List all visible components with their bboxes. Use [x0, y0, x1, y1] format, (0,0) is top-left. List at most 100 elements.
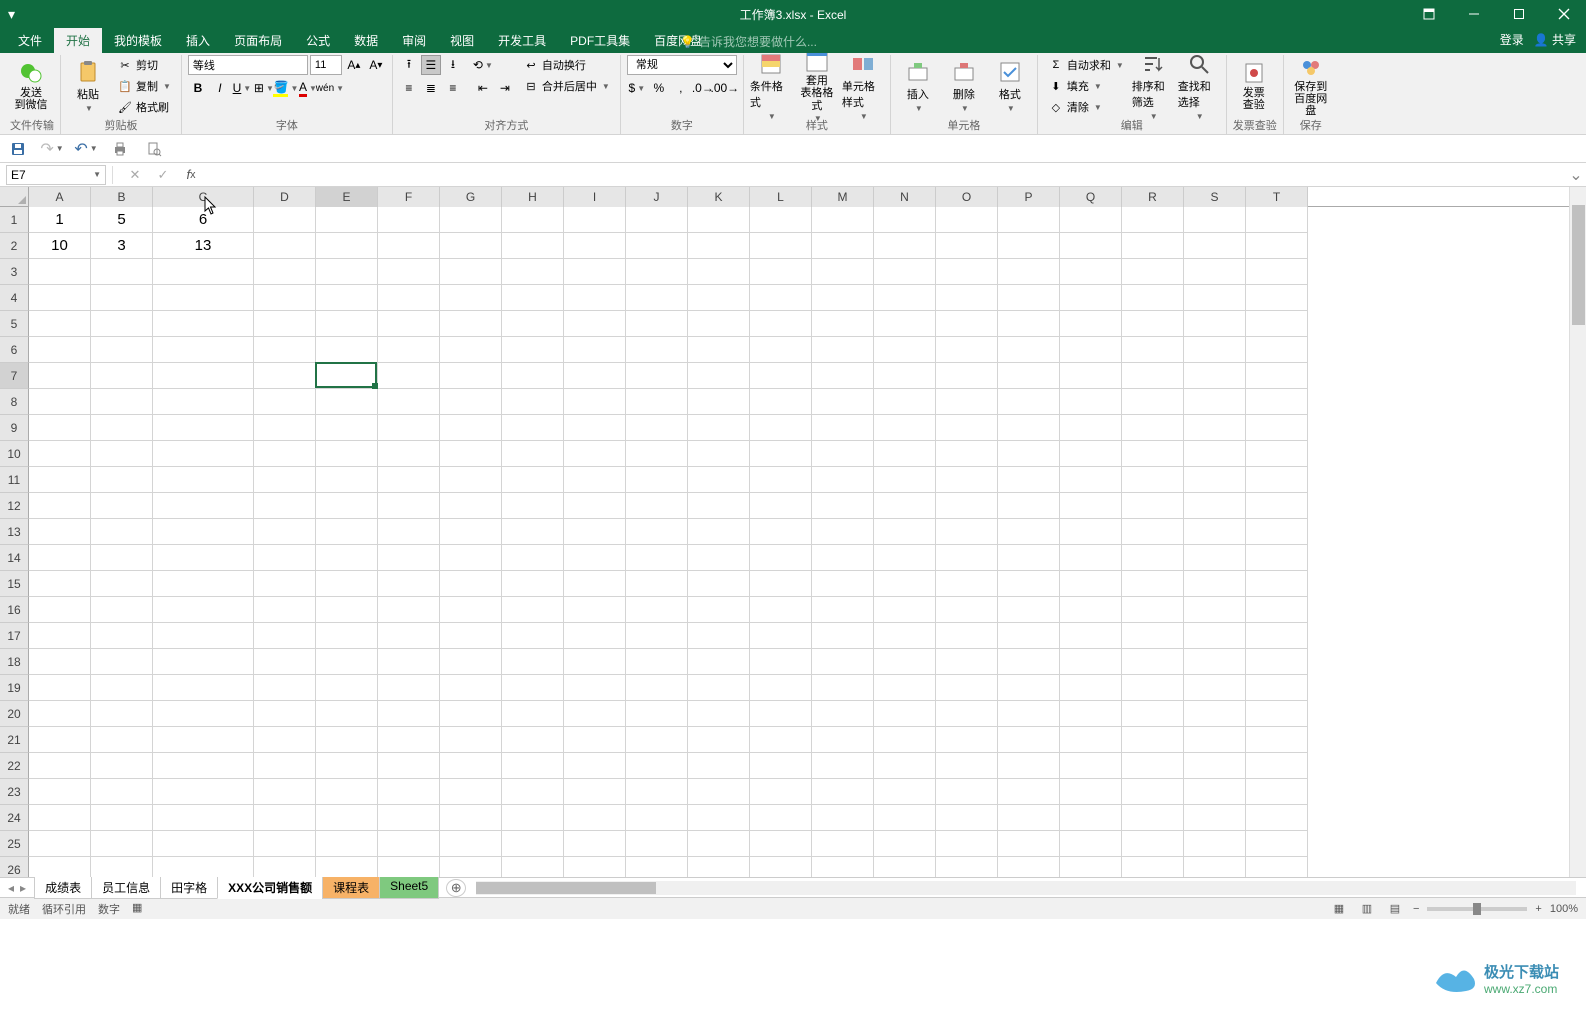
cell[interactable] — [378, 259, 440, 285]
cell[interactable] — [626, 467, 688, 493]
cell[interactable] — [254, 753, 316, 779]
cell[interactable] — [1184, 701, 1246, 727]
cell[interactable] — [688, 753, 750, 779]
cell[interactable] — [378, 779, 440, 805]
cell[interactable] — [29, 311, 91, 337]
cell[interactable] — [440, 805, 502, 831]
cell[interactable] — [153, 285, 254, 311]
cell[interactable] — [502, 727, 564, 753]
cell[interactable] — [1122, 519, 1184, 545]
column-header[interactable]: J — [626, 187, 688, 207]
cell[interactable] — [936, 259, 998, 285]
row-header[interactable]: 21 — [0, 727, 29, 753]
cell[interactable] — [936, 701, 998, 727]
cell[interactable] — [936, 311, 998, 337]
cell[interactable] — [750, 779, 812, 805]
cell[interactable] — [440, 675, 502, 701]
cell[interactable] — [502, 285, 564, 311]
cell[interactable] — [874, 493, 936, 519]
cell[interactable] — [378, 753, 440, 779]
cell[interactable] — [91, 597, 153, 623]
cell[interactable] — [1184, 285, 1246, 311]
cell[interactable] — [440, 233, 502, 259]
column-header[interactable]: N — [874, 187, 936, 207]
row-header[interactable]: 14 — [0, 545, 29, 571]
cell[interactable] — [874, 259, 936, 285]
cell[interactable] — [1060, 441, 1122, 467]
underline-button[interactable]: U▼ — [232, 78, 252, 98]
cell[interactable] — [440, 311, 502, 337]
cell[interactable] — [1246, 415, 1308, 441]
cell[interactable] — [378, 701, 440, 727]
cell[interactable] — [688, 467, 750, 493]
cell[interactable] — [254, 857, 316, 877]
cell[interactable] — [502, 467, 564, 493]
cell[interactable] — [29, 285, 91, 311]
cell[interactable]: 6 — [153, 207, 254, 233]
tab-templates[interactable]: 我的模板 — [102, 28, 174, 53]
cell[interactable] — [874, 649, 936, 675]
number-format-select[interactable]: 常规 — [627, 55, 737, 75]
cell[interactable] — [29, 753, 91, 779]
cell[interactable] — [1060, 259, 1122, 285]
cell[interactable] — [502, 649, 564, 675]
currency-button[interactable]: $▼ — [627, 78, 647, 98]
cell[interactable] — [378, 675, 440, 701]
cell[interactable] — [564, 831, 626, 857]
sheet-tab[interactable]: 田字格 — [160, 877, 218, 899]
row-header[interactable]: 2 — [0, 233, 29, 259]
cell[interactable] — [1060, 467, 1122, 493]
cell[interactable] — [1184, 467, 1246, 493]
row-header[interactable]: 12 — [0, 493, 29, 519]
cell[interactable] — [812, 467, 874, 493]
cell[interactable] — [153, 649, 254, 675]
save-button[interactable] — [8, 139, 28, 159]
align-bottom-button[interactable]: ⭳ — [443, 55, 463, 75]
cell[interactable] — [812, 649, 874, 675]
cell[interactable] — [1122, 675, 1184, 701]
align-right-button[interactable]: ≡ — [443, 78, 463, 98]
cell[interactable] — [564, 311, 626, 337]
cell[interactable] — [29, 363, 91, 389]
cell[interactable] — [1060, 779, 1122, 805]
cell[interactable] — [1122, 727, 1184, 753]
cell[interactable] — [502, 311, 564, 337]
cell[interactable] — [254, 259, 316, 285]
cell[interactable] — [812, 831, 874, 857]
status-macros-icon[interactable]: ▦ — [132, 901, 142, 917]
merge-center-button[interactable]: ⊟合并后居中▼ — [519, 76, 614, 96]
cell[interactable] — [502, 779, 564, 805]
cell[interactable] — [750, 831, 812, 857]
cell[interactable] — [626, 805, 688, 831]
cell[interactable] — [626, 779, 688, 805]
cell[interactable] — [626, 233, 688, 259]
cell[interactable] — [688, 597, 750, 623]
cell[interactable] — [254, 389, 316, 415]
cell[interactable] — [378, 805, 440, 831]
cell[interactable] — [153, 805, 254, 831]
cell[interactable] — [91, 285, 153, 311]
row-header[interactable]: 8 — [0, 389, 29, 415]
cell[interactable] — [502, 805, 564, 831]
cell[interactable] — [1060, 363, 1122, 389]
cell[interactable] — [1122, 207, 1184, 233]
increase-indent-button[interactable]: ⇥ — [495, 78, 515, 98]
cell[interactable]: 10 — [29, 233, 91, 259]
cell[interactable] — [750, 285, 812, 311]
cell[interactable] — [91, 623, 153, 649]
cell[interactable] — [1246, 727, 1308, 753]
maximize-button[interactable] — [1496, 0, 1541, 28]
cell[interactable] — [316, 571, 378, 597]
cell[interactable] — [688, 831, 750, 857]
cell[interactable] — [626, 649, 688, 675]
cell[interactable]: 5 — [91, 207, 153, 233]
cell[interactable] — [688, 675, 750, 701]
cell[interactable] — [564, 623, 626, 649]
cell[interactable] — [626, 857, 688, 877]
cell[interactable] — [688, 207, 750, 233]
cell[interactable] — [378, 493, 440, 519]
cell[interactable] — [626, 545, 688, 571]
cell[interactable] — [1246, 805, 1308, 831]
cell[interactable] — [1060, 493, 1122, 519]
cell[interactable] — [1184, 441, 1246, 467]
